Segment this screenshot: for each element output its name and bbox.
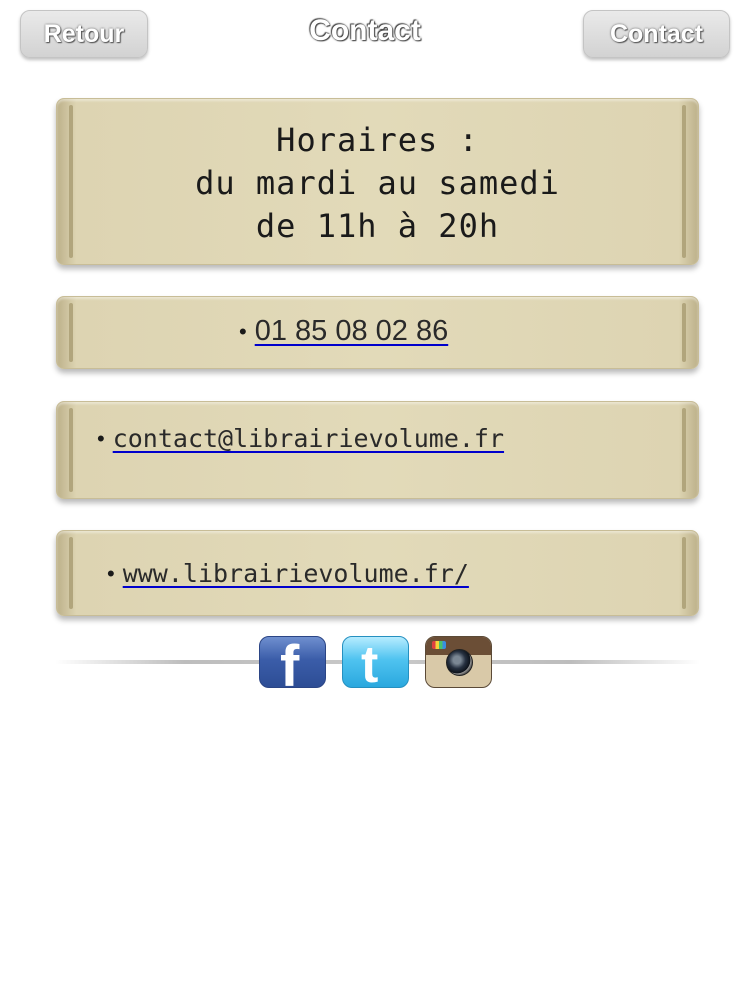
bullet: •	[97, 425, 105, 451]
phone-panel: • 01 85 08 02 86	[56, 296, 699, 369]
back-button[interactable]: Retour	[20, 10, 148, 58]
instagram-icon[interactable]	[425, 636, 492, 688]
hours-times: de 11h à 20h	[255, 207, 500, 245]
hours-heading: Horaires :	[276, 121, 479, 159]
facebook-glyph: f	[280, 636, 300, 688]
bullet: •	[239, 318, 247, 344]
facebook-icon[interactable]: f	[259, 636, 326, 688]
phone-link[interactable]: 01 85 08 02 86	[255, 315, 449, 348]
hours-panel: Horaires : du mardi au samedi de 11h à 2…	[56, 98, 699, 265]
twitter-icon[interactable]: t	[342, 636, 409, 688]
email-panel: • contact@librairievolume.fr	[56, 401, 699, 499]
contact-button[interactable]: Contact	[583, 10, 730, 58]
instagram-stripes	[432, 641, 446, 649]
hours-text: Horaires : du mardi au samedi de 11h à 2…	[57, 119, 698, 248]
hours-days: du mardi au samedi	[195, 164, 560, 202]
website-panel: • www.librairievolume.fr/	[56, 530, 699, 616]
bullet: •	[107, 560, 115, 586]
instagram-lens	[446, 649, 473, 676]
twitter-glyph: t	[361, 636, 379, 688]
email-link[interactable]: contact@librairievolume.fr	[113, 424, 504, 453]
website-link[interactable]: www.librairievolume.fr/	[123, 559, 469, 588]
page-title: Contact	[309, 14, 421, 47]
